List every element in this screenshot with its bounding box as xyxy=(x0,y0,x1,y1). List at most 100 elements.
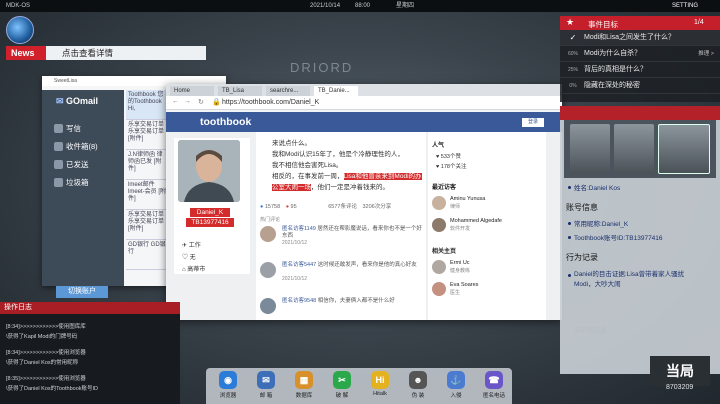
commenter-avatar xyxy=(260,226,276,242)
log-line: \获得了Kapil Modi的门牌号码 xyxy=(6,334,78,340)
dock-intrude[interactable]: ⚓ 入侵 xyxy=(442,371,470,403)
mail-item[interactable]: Toothbook 您的Toothbook Hi, xyxy=(126,90,170,120)
commenter-avatar xyxy=(260,298,276,314)
operation-log-title: 操作日志 xyxy=(0,302,180,314)
dock-crack[interactable]: ✂ 破 解 xyxy=(328,371,356,403)
brand-logo: 当局 xyxy=(650,356,710,386)
gmail-sidebar: ✉ GOmail 写信 收件箱(8) 已发送 垃圾箱 切换账户 xyxy=(42,90,124,298)
profile-id: TB13977416 xyxy=(186,218,234,227)
log-line: \获得了Daniel Kos的Toothbook账号ID xyxy=(6,386,99,392)
related-heading: 相关主页 xyxy=(432,249,457,255)
action-record-title: 行为记录 xyxy=(566,253,598,262)
trash-icon xyxy=(54,178,63,187)
database-icon: ▦ xyxy=(295,371,313,389)
objective-item[interactable]: 60% Modi为什么自杀？ 推理 > xyxy=(560,46,720,62)
related-avatar xyxy=(432,260,446,274)
right-sidebar: 人气 ♥ 533个赞 ♥ 178个关注 最近访客 Aminu Yunusa 律师… xyxy=(428,132,546,320)
hitalk-icon: Hi xyxy=(371,371,389,389)
star-icon: ★ xyxy=(566,17,575,27)
gmail-nav-compose[interactable]: 写信 xyxy=(54,122,120,135)
portrait-thumb[interactable] xyxy=(570,124,610,174)
tab-search[interactable]: searchre... xyxy=(266,86,310,96)
portrait-thumb[interactable] xyxy=(614,124,654,174)
dock-hitalk[interactable]: Hi Hitalk xyxy=(366,371,394,403)
character-name: 姓名:Daniel Kos xyxy=(574,185,621,192)
gmail-nav-inbox[interactable]: 收件箱(8) xyxy=(54,140,120,153)
related-item[interactable]: Ermi Uc 健身教练 xyxy=(432,260,542,276)
tab-home[interactable]: Home xyxy=(170,86,214,96)
mail-item[interactable]: GD银行 GD银行 xyxy=(126,240,170,270)
deduce-button[interactable]: 推理 > xyxy=(698,46,714,62)
globe-icon xyxy=(6,16,34,44)
lock-icon: 🔒 xyxy=(212,99,221,106)
login-button[interactable]: 登录 xyxy=(522,118,544,127)
mail-item[interactable]: 乐享交易订单 乐享交易订单 [附件] xyxy=(126,120,170,150)
visitor-item[interactable]: Mohammed Algedafe 软件开发 xyxy=(432,218,542,234)
visitors-heading: 最近访客 xyxy=(432,185,457,191)
dock-anon-call[interactable]: ☎ 匿名电话 xyxy=(480,371,508,403)
profile-username: Daniel_K xyxy=(190,208,230,217)
character-banner xyxy=(560,106,720,120)
post-text-line: 来说点什么。 xyxy=(272,140,311,147)
settings-button[interactable]: SETTING xyxy=(672,0,698,12)
event-header: ★ 事件目标 1/4 xyxy=(560,16,720,30)
mail-item[interactable]: 乐享交易订单 乐享交易订单 [附件] xyxy=(126,210,170,240)
visitor-avatar xyxy=(432,218,446,232)
gmail-nav-trash[interactable]: 垃圾箱 xyxy=(54,176,120,189)
tab-tb-lisa[interactable]: TB_Lisa xyxy=(218,86,262,96)
disguise-icon: ☻ xyxy=(409,371,427,389)
reload-icon[interactable]: ↻ xyxy=(198,98,204,106)
popular-heading: 人气 xyxy=(432,143,445,149)
likes-count: ♥ 533个赞 xyxy=(436,154,461,160)
dock-mail[interactable]: ✉ 邮 箱 xyxy=(252,371,280,403)
news-label: News xyxy=(6,46,46,60)
comment-item: 匿名访客5447 这时候还敢发声，看来你是他的真心好友 2021/10/12 xyxy=(260,262,420,282)
comment-item: 匿名访客1149 居然还在帮影魔说话，看来你也不是一个好东西 2021/10/1… xyxy=(260,226,422,246)
switch-account-button[interactable]: 切换账户 xyxy=(56,286,108,298)
top-status-bar: MDK-OS 2021/10/14 88:00 星期四 SETTING xyxy=(0,0,720,12)
browser-tabs: Home TB_Lisa searchre... TB_Danie... xyxy=(166,84,562,96)
like-icon[interactable]: ● xyxy=(260,204,263,210)
gmail-nav-sent[interactable]: 已发送 xyxy=(54,158,120,171)
character-panel: 姓名:Daniel Kos 账号信息 常用昵称:Daniel_K Toothbo… xyxy=(560,106,720,374)
visitor-avatar xyxy=(432,196,446,210)
visitor-item[interactable]: Aminu Yunusa 律师 xyxy=(432,196,542,212)
date: 2021/10/14 xyxy=(310,3,341,9)
event-objectives-panel: ★ 事件目标 1/4 ✓ Modi和Lisa之间发生了什么？ 60% Modi为什么… xyxy=(560,16,720,102)
objective-item[interactable]: ✓ Modi和Lisa之间发生了什么？ xyxy=(560,30,720,46)
mail-list: Toothbook 您的Toothbook Hi, 乐享交易订单 乐享交易订单 … xyxy=(126,90,170,286)
action-item: Daniel的目击证据:Lisa曾带着家人骚扰Modi，大吵大闹 xyxy=(574,271,685,288)
mail-item[interactable]: J.N律师函 律师函已发 [附件] xyxy=(126,150,170,180)
commenter-avatar xyxy=(260,262,276,278)
event-title: 事件目标 xyxy=(588,20,618,29)
forward-icon[interactable]: → xyxy=(184,98,191,105)
objective-item[interactable]: 25% 背后的真相是什么？ xyxy=(560,62,720,78)
related-item[interactable]: Eva Soares 医生 xyxy=(432,282,542,298)
faded-info: 未识别信息 xyxy=(574,327,607,334)
mail-icon: ✉ xyxy=(257,371,275,389)
dock-browser[interactable]: ◉ 浏览器 xyxy=(214,371,242,403)
character-portraits xyxy=(564,120,716,178)
tab-tb-daniel[interactable]: TB_Danie... xyxy=(314,86,358,96)
log-line: \获得了Daniel Kos的常用昵称 xyxy=(6,360,79,366)
toothbook-header: toothbook 登录 xyxy=(166,112,562,132)
mail-item[interactable]: lmeet邮件 lmeet-会员 [附件] xyxy=(126,180,170,210)
objective-item[interactable]: 0% 隐藏在深处的秘密 xyxy=(560,78,720,94)
comment-icon[interactable]: ● xyxy=(286,204,289,210)
back-icon[interactable]: ← xyxy=(172,98,179,105)
post-column: 来说点什么。 我和Modi认识15年了，他是个冷静理性的人， 我不相信他会害死L… xyxy=(256,132,426,320)
sent-icon xyxy=(54,160,63,169)
portrait-selected[interactable] xyxy=(658,124,710,174)
clock: 88:00 xyxy=(355,3,371,9)
brand-number: 8703209 xyxy=(666,384,694,391)
toothbook-logo[interactable]: toothbook xyxy=(200,116,251,128)
comments-label: 热门评论 xyxy=(260,217,281,223)
toothbook-content: Daniel_K TB13977416 ✈ 工作 ♡ 无 ⌂ 高蒂市 来说点什么… xyxy=(166,132,562,320)
news-text[interactable]: 点击查看详情 xyxy=(62,46,113,60)
dock-disguise[interactable]: ☻ 伪 装 xyxy=(404,371,432,403)
related-avatar xyxy=(432,282,446,296)
dock-database[interactable]: ▦ 数据库 xyxy=(290,371,318,403)
log-line: [8:35]>>>>>>>>>>>>使用浏览器 xyxy=(6,376,86,382)
url-input[interactable]: https://toothbook.com/Daniel_K xyxy=(222,98,522,108)
post-text-line: 我和Modi认识15年了，他是个冷静理性的人， xyxy=(272,151,404,158)
